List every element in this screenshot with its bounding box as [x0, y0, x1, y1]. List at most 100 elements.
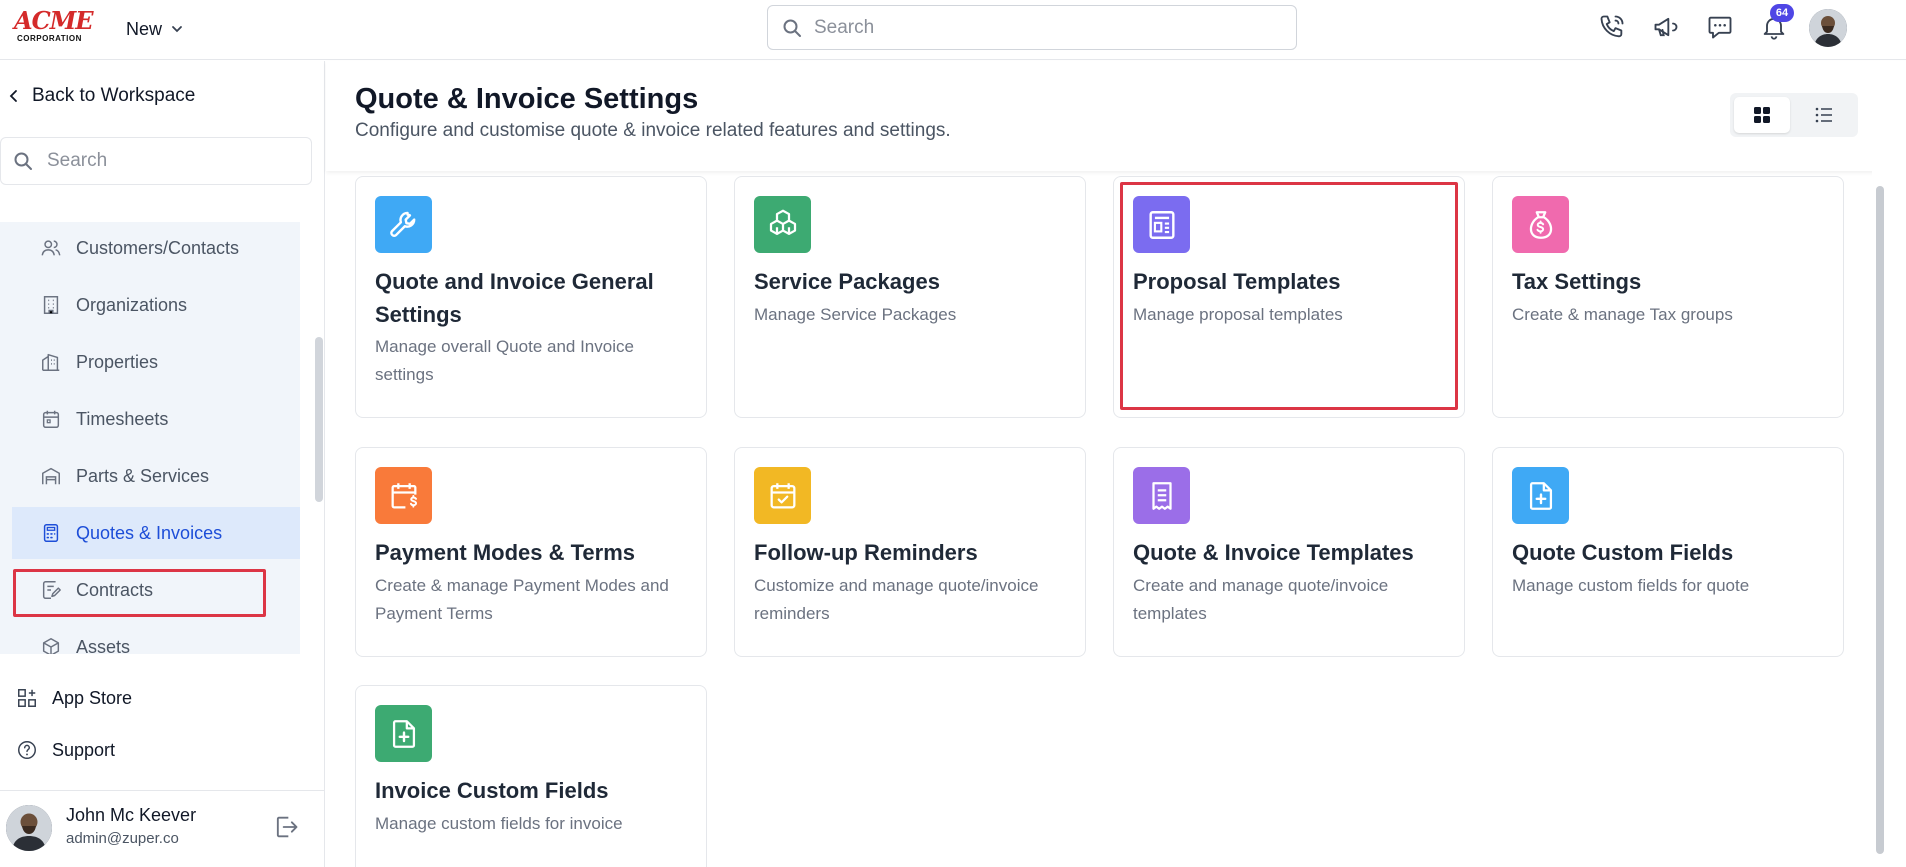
template-icon	[1133, 196, 1190, 253]
logout-icon[interactable]	[272, 813, 300, 841]
list-icon	[1815, 107, 1832, 123]
sidebar-item-customers-contacts[interactable]: Customers/Contacts	[12, 222, 300, 274]
megaphone-icon[interactable]	[1650, 11, 1682, 43]
avatar[interactable]	[1809, 9, 1847, 47]
contract-icon	[42, 581, 61, 599]
receipt-icon	[1133, 467, 1190, 524]
avatar[interactable]	[6, 805, 52, 851]
card-invoice-custom-fields[interactable]: Invoice Custom Fields Manage custom fiel…	[355, 685, 707, 867]
sidebar-item-label: Timesheets	[76, 408, 169, 429]
chevron-down-icon	[172, 26, 182, 33]
calendar-icon	[42, 410, 60, 428]
card-title: Quote Custom Fields	[1512, 540, 1734, 565]
sidebar-item-label: Contracts	[76, 579, 154, 600]
card-payment-modes-terms[interactable]: Payment Modes & Terms Create & manage Pa…	[355, 447, 707, 657]
sidebar-item-contracts[interactable]: Contracts	[12, 564, 300, 616]
money-bag-icon	[1512, 196, 1569, 253]
top-bar: ACME CORPORATION New 64	[0, 0, 1906, 60]
card-description: Manage custom fields for invoice	[375, 814, 623, 833]
sidebar-item-label: Parts & Services	[76, 465, 210, 486]
help-icon	[18, 741, 36, 759]
sidebar-scrollbar[interactable]	[315, 337, 323, 502]
chat-icon[interactable]	[1704, 11, 1736, 43]
logo-subtext: CORPORATION	[17, 34, 82, 43]
phone-icon[interactable]	[1596, 11, 1628, 43]
page-header: Quote & Invoice Settings Configure and c…	[326, 61, 1906, 171]
card-title: Proposal Templates	[1133, 269, 1341, 294]
list-view-button[interactable]	[1796, 97, 1852, 133]
main-scrollbar[interactable]	[1876, 186, 1884, 854]
user-profile: John Mc Keever admin@zuper.co	[0, 790, 325, 867]
sidebar-item-app-store[interactable]: App Store	[16, 687, 132, 709]
new-label: New	[126, 18, 163, 39]
card-description: Create & manage Tax groups	[1512, 305, 1733, 324]
global-search-input[interactable]	[814, 16, 1254, 39]
sidebar-item-label: Properties	[76, 351, 159, 372]
wrench-icon	[375, 196, 432, 253]
sidebar-item-label: Support	[52, 739, 116, 760]
card-tax-settings[interactable]: Tax Settings Create & manage Tax groups	[1492, 176, 1844, 418]
card-title: Follow-up Reminders	[754, 540, 978, 565]
sidebar-item-assets[interactable]: Assets	[12, 621, 300, 654]
sidebar-item-label: App Store	[52, 687, 133, 708]
sidebar-item-support[interactable]: Support	[16, 739, 115, 761]
sidebar-item-timesheets[interactable]: Timesheets	[12, 393, 300, 445]
card-service-packages[interactable]: Service Packages Manage Service Packages	[734, 176, 1086, 418]
search-icon	[14, 152, 32, 170]
file-plus-icon	[1512, 467, 1569, 524]
calculator-icon	[43, 524, 59, 542]
page-title: Quote & Invoice Settings	[355, 83, 699, 115]
logo-text: ACME	[14, 6, 94, 35]
card-description: Manage custom fields for quote	[1512, 576, 1750, 595]
sidebar-nav-list: Customers/Contacts Organizations Propert…	[0, 222, 300, 654]
card-proposal-templates[interactable]: Proposal Templates Manage proposal templ…	[1113, 176, 1465, 418]
global-search[interactable]	[767, 5, 1297, 50]
sidebar-search-input[interactable]	[47, 150, 297, 172]
user-name: John Mc Keever	[66, 805, 197, 825]
card-description: Manage overall Quote and Invoice setting…	[375, 337, 634, 384]
user-email: admin@zuper.co	[66, 830, 179, 847]
sidebar-item-label: Quotes & Invoices	[76, 522, 223, 543]
acme-logo[interactable]: ACME CORPORATION	[14, 8, 100, 44]
sidebar-item-organizations[interactable]: Organizations	[12, 279, 300, 331]
sidebar-item-properties[interactable]: Properties	[12, 336, 300, 388]
card-description: Create and manage quote/invoice template…	[1133, 576, 1389, 623]
sidebar-item-quotes-invoices[interactable]: Quotes & Invoices	[12, 507, 300, 559]
calendar-dollar-icon	[375, 467, 432, 524]
page-subtitle: Configure and customise quote & invoice …	[355, 120, 951, 141]
card-title: Service Packages	[754, 269, 940, 294]
properties-icon	[42, 353, 60, 371]
back-label: Back to Workspace	[32, 85, 196, 106]
card-description: Manage Service Packages	[754, 305, 957, 324]
back-to-workspace-link[interactable]: Back to Workspace	[8, 85, 195, 107]
card-title: Quote and Invoice General Settings	[375, 269, 654, 327]
notification-badge: 64	[1770, 4, 1794, 22]
warehouse-icon	[42, 467, 60, 485]
sidebar-item-parts-services[interactable]: Parts & Services	[12, 450, 300, 502]
card-title: Quote & Invoice Templates	[1133, 540, 1414, 565]
card-quote-custom-fields[interactable]: Quote Custom Fields Manage custom fields…	[1492, 447, 1844, 657]
card-title: Tax Settings	[1512, 269, 1642, 294]
sidebar-item-label: Assets	[76, 636, 131, 655]
new-button[interactable]: New	[126, 16, 184, 42]
chevron-left-icon	[9, 90, 17, 102]
card-title: Payment Modes & Terms	[375, 540, 636, 565]
sidebar-search[interactable]	[0, 137, 312, 185]
apps-icon	[18, 689, 36, 707]
cube-icon	[42, 638, 60, 654]
sidebar-item-label: Customers/Contacts	[76, 237, 240, 258]
grid-view-button[interactable]	[1734, 97, 1790, 133]
building-icon	[43, 296, 59, 314]
card-quote-invoice-templates[interactable]: Quote & Invoice Templates Create and man…	[1113, 447, 1465, 657]
sidebar: Back to Workspace Customers/Contacts Org…	[0, 61, 325, 867]
card-follow-up-reminders[interactable]: Follow-up Reminders Customize and manage…	[734, 447, 1086, 657]
card-description: Create & manage Payment Modes and Paymen…	[375, 576, 669, 623]
boxes-icon	[754, 196, 811, 253]
grid-icon	[1754, 107, 1770, 123]
file-plus-icon	[375, 705, 432, 762]
search-icon	[783, 19, 801, 37]
card-title: Invoice Custom Fields	[375, 778, 609, 803]
sidebar-item-label: Organizations	[76, 294, 188, 315]
card-quote-invoice-general-settings[interactable]: Quote and Invoice General Settings Manag…	[355, 176, 707, 418]
view-toggle	[1730, 93, 1858, 137]
